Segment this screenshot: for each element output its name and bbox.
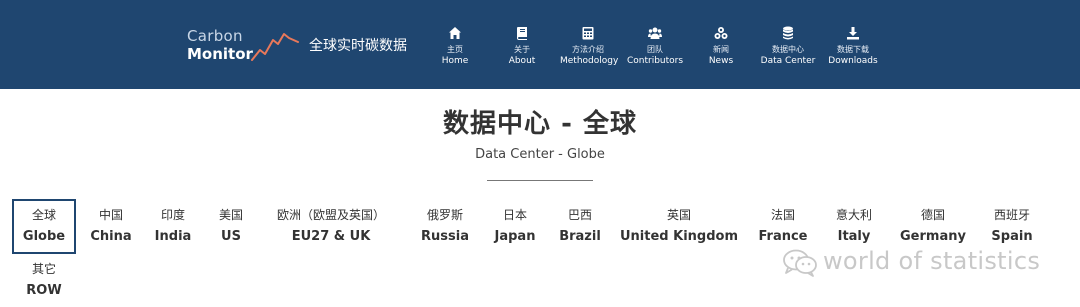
nav-contributors[interactable]: 团队 Contributors [627, 26, 683, 72]
region-tab-label-zh: 英国 [666, 208, 691, 222]
nav-home[interactable]: 主页 Home [436, 26, 474, 72]
nav-methodology[interactable]: 方法介绍 Methodology [560, 26, 619, 72]
region-tab-germany[interactable]: 德国 Germany [897, 207, 969, 247]
nav-data-center[interactable]: 数据中心 Data Center [760, 26, 816, 72]
region-tab-label-en: Globe [22, 229, 66, 244]
region-tab-label-en: China [90, 229, 132, 244]
nav-downloads[interactable]: 数据下载 Downloads [828, 26, 878, 72]
region-tab-eu27-uk[interactable]: 欧洲（欧盟及英国） EU27 & UK [266, 207, 396, 247]
region-tab-label-zh: 印度 [160, 208, 185, 222]
region-tab-label-en: Brazil [559, 229, 601, 244]
nav-home-en: Home [441, 56, 469, 66]
wechat-icon [783, 249, 817, 277]
page-subtitle: Data Center - Globe [475, 147, 605, 162]
region-tab-label-zh: 意大利 [835, 208, 872, 222]
region-tab-label-en: Italy [837, 229, 871, 244]
region-tab-us[interactable]: 美国 US [212, 207, 250, 247]
nav-about-en: About [508, 56, 536, 66]
nav-contributors-en: Contributors [627, 56, 684, 66]
region-tab-label-zh: 法国 [770, 208, 795, 222]
logo-line2: Monitor [187, 45, 253, 63]
nav-downloads-en: Downloads [828, 56, 878, 66]
region-tab-russia[interactable]: 俄罗斯 Russia [416, 207, 474, 247]
region-tab-label-en: US [221, 229, 241, 244]
region-tab-label-en: India [154, 229, 192, 244]
calculator-icon [582, 27, 594, 40]
region-tab-label-en: United Kingdom [620, 229, 739, 244]
watermark-text: world of statistics [823, 247, 1041, 275]
region-tab-italy[interactable]: 意大利 Italy [828, 207, 880, 247]
watermark: world of statistics [782, 245, 1052, 281]
region-tab-label-zh: 全球 [31, 208, 56, 222]
region-tab-label-zh: 德国 [920, 208, 945, 222]
region-tab-label-en: EU27 & UK [291, 229, 371, 244]
logo-chart-icon [251, 33, 299, 61]
region-tab-brazil[interactable]: 巴西 Brazil [555, 207, 605, 247]
database-icon [783, 26, 793, 40]
nav-about[interactable]: 关于 About [504, 26, 540, 72]
region-tab-label-zh: 日本 [502, 208, 527, 222]
download-icon [847, 27, 859, 40]
region-tab-label-zh: 其它 [31, 262, 56, 276]
region-tab-label-zh: 西班牙 [993, 208, 1030, 222]
region-tab-label-zh: 美国 [218, 208, 243, 222]
region-tab-united-kingdom[interactable]: 英国 United Kingdom [620, 207, 738, 247]
region-tab-label-en: France [758, 229, 808, 244]
nav-methodology-en: Methodology [560, 56, 619, 66]
logo-subtitle: 全球实时碳数据 [309, 38, 407, 54]
region-tab-label-en: Germany [900, 229, 966, 244]
logo-line1: Carbon [187, 27, 243, 45]
nav-home-zh: 主页 [447, 45, 463, 54]
region-tab-japan[interactable]: 日本 Japan [489, 207, 541, 247]
region-tab-label-en: Russia [421, 229, 469, 244]
region-tab-france[interactable]: 法国 France [756, 207, 810, 247]
region-tab-spain[interactable]: 西班牙 Spain [984, 207, 1040, 247]
nav-news-zh: 新闻 [713, 45, 729, 54]
nav-methodology-zh: 方法介绍 [572, 45, 604, 54]
nav-data-center-en: Data Center [760, 56, 816, 66]
region-tab-label-zh: 欧洲（欧盟及英国） [276, 208, 385, 222]
book-icon [517, 27, 527, 40]
region-tab-row[interactable]: 其它 ROW [20, 261, 68, 301]
region-tab-label-zh: 俄罗斯 [426, 208, 463, 222]
cubes-icon [714, 27, 728, 39]
nav-contributors-zh: 团队 [647, 45, 663, 54]
carbon-monitor-logo[interactable]: Carbon Monitor [187, 28, 302, 68]
region-tab-label-en: Japan [494, 229, 536, 244]
region-tab-label-en: Spain [991, 229, 1033, 244]
nav-data-center-zh: 数据中心 [772, 45, 804, 54]
top-navbar: Carbon Monitor 全球实时碳数据 主页 Home 关于 About [0, 0, 1080, 89]
page-title: 数据中心 - 全球 [443, 109, 637, 139]
region-tab-globe[interactable]: 全球 Globe [12, 199, 76, 254]
nav-news[interactable]: 新闻 News [704, 26, 738, 72]
region-tab-label-zh: 巴西 [567, 208, 592, 222]
region-tab-label-zh: 中国 [98, 208, 123, 222]
nav-news-en: News [708, 56, 734, 66]
title-divider [487, 180, 593, 181]
nav-about-zh: 关于 [514, 45, 530, 54]
region-tab-india[interactable]: 印度 India [150, 207, 196, 247]
region-tab-china[interactable]: 中国 China [86, 207, 136, 247]
nav-downloads-zh: 数据下载 [837, 45, 869, 54]
users-icon [648, 27, 662, 39]
home-icon [449, 27, 461, 39]
region-tab-label-en: ROW [26, 283, 62, 298]
